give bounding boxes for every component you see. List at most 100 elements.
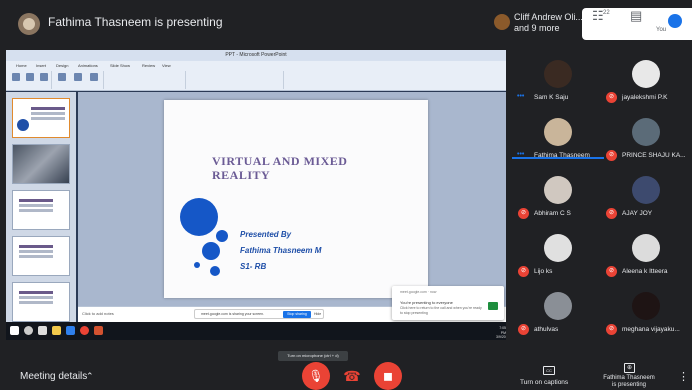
participant-name: Aleena k Itteera: [622, 268, 668, 275]
hide-button[interactable]: Hide: [314, 312, 321, 316]
microphone-tooltip: Turn on microphone (ctrl + d): [278, 351, 348, 361]
taskbar-clock: 7:05 PM 3/9/2021: [496, 326, 506, 340]
mic-off-icon: ⊘: [518, 266, 529, 277]
participant-tile[interactable]: ⊘ Abhiram C S: [512, 172, 604, 224]
ribbon-button-icon: [12, 73, 20, 81]
participants-line-2: and 9 more: [514, 23, 560, 33]
camera-toggle-button[interactable]: ◼: [374, 362, 402, 390]
shared-screen: PPT - Microsoft PowerPoint Home Insert D…: [6, 50, 506, 340]
participant-tile[interactable]: ⊘ athulvas: [512, 288, 604, 340]
participant-name: Lijo ks: [534, 268, 553, 275]
ppt-ribbon: Home Insert Design Animations Slide Show…: [6, 61, 506, 91]
present-icon[interactable]: ⊕: [624, 363, 635, 373]
participant-avatar: [632, 292, 660, 320]
meet-window: Fathima Thasneem is presenting Cliff And…: [0, 0, 692, 390]
ribbon-group: [8, 71, 52, 89]
present-status-button[interactable]: Fathima Thasneem is presenting: [598, 375, 660, 389]
slide-circle-small: [216, 230, 228, 242]
meet-icon: [488, 302, 498, 310]
participant-avatar: [544, 292, 572, 320]
participant-avatar: [544, 118, 572, 146]
phone-hangup-icon: ☎: [343, 368, 361, 384]
slide-title-line-2: REALITY: [212, 168, 271, 182]
participant-name: AJAY JOY: [622, 210, 653, 217]
thumbnail-text: [19, 245, 53, 248]
presenting-notification[interactable]: meet.google.com · now You're presenting …: [392, 286, 504, 320]
slide-presenter-name: Fathima Thasneem M: [240, 246, 322, 255]
participant-avatar: [632, 60, 660, 88]
slide-circle-small: [210, 266, 220, 276]
search-icon[interactable]: [24, 326, 33, 335]
task-view-icon[interactable]: [38, 326, 47, 335]
participant-name: athulvas: [534, 326, 559, 333]
mic-off-icon: ⊘: [518, 324, 529, 335]
presenting-status: Fathima Thasneem is presenting: [48, 15, 223, 29]
ribbon-tab-insert: Insert: [36, 63, 47, 68]
chrome-icon[interactable]: [80, 326, 89, 335]
participant-tile[interactable]: ⊘ jayalekshmi P.K: [600, 56, 692, 108]
people-count: 22: [603, 10, 610, 16]
mic-off-icon: 🎙: [308, 369, 324, 383]
slide-thumbnail[interactable]: [12, 98, 70, 138]
thumbnail-text: [19, 199, 53, 202]
participant-name: jayalekshmi P.K: [622, 94, 668, 101]
captions-button[interactable]: Turn on captions: [520, 379, 568, 386]
slide-thumbnail[interactable]: [12, 282, 70, 322]
ppt-window-title: PPT - Microsoft PowerPoint: [6, 50, 506, 61]
slide-title-line-1: VIRTUAL AND MIXED: [212, 154, 348, 168]
people-icon[interactable]: ☷: [592, 8, 604, 24]
participant-tile[interactable]: ⊘ Lijo ks: [512, 230, 604, 282]
captions-icon[interactable]: CC: [543, 366, 555, 375]
slide-title: VIRTUAL AND MIXED REALITY: [212, 154, 412, 182]
file-explorer-icon[interactable]: [52, 326, 61, 335]
current-slide[interactable]: VIRTUAL AND MIXED REALITY Presented By F…: [164, 100, 428, 298]
participant-tile[interactable]: ••• Sam K Saju: [512, 56, 604, 108]
ribbon-button-icon: [26, 73, 34, 81]
mic-off-icon: ⊘: [606, 150, 617, 161]
sharing-bar: meet.google.com is sharing your screen. …: [194, 309, 324, 319]
clock-time: 7:05 PM: [499, 326, 506, 335]
self-avatar[interactable]: [668, 14, 682, 28]
slide-thumbnail[interactable]: [12, 144, 70, 184]
microphone-toggle-button[interactable]: 🎙: [302, 362, 330, 390]
thumbnail-text: [31, 107, 65, 110]
participant-avatar: [632, 118, 660, 146]
slide-presented-by: Presented By: [240, 230, 292, 239]
slide-thumbnail[interactable]: [12, 190, 70, 230]
ribbon-tab-review: Review: [142, 63, 156, 68]
participant-tile[interactable]: ⊘ AJAY JOY: [600, 172, 692, 224]
participant-name: Abhiram C S: [534, 210, 571, 217]
participant-tile[interactable]: ⊘ meghana vijayaku...: [600, 288, 692, 340]
notes-placeholder: Click to add notes: [82, 311, 114, 316]
ribbon-tab-design: Design: [56, 63, 69, 68]
participants-summary[interactable]: Cliff Andrew Oli... and 9 more: [514, 12, 583, 34]
meeting-details-button[interactable]: Meeting details: [20, 371, 87, 382]
participant-name: PRINCE SHAJU KA...: [622, 152, 686, 159]
notification-source: meet.google.com · now: [400, 290, 437, 294]
mic-off-icon: ⊘: [606, 324, 617, 335]
participant-tile[interactable]: ⊘ Aleena k Itteera: [600, 230, 692, 282]
participant-name: Sam K Saju: [534, 94, 569, 101]
slide-thumbnail[interactable]: [12, 236, 70, 276]
stop-sharing-button[interactable]: Stop sharing: [283, 311, 311, 318]
chat-icon[interactable]: ▤: [630, 8, 642, 24]
thumbnail-text: [19, 291, 53, 294]
active-speaker-indicator: [512, 157, 604, 159]
sharing-bar-text: meet.google.com is sharing your screen.: [201, 312, 265, 316]
slide-canvas: VIRTUAL AND MIXED REALITY Presented By F…: [78, 92, 506, 306]
ribbon-group: [54, 71, 104, 89]
leave-call-button[interactable]: ☎: [338, 362, 366, 390]
more-options-icon[interactable]: ⋮: [678, 370, 689, 383]
participant-avatar: [544, 176, 572, 204]
participant-avatar: [544, 60, 572, 88]
notification-body: Click here to return to the call and whe…: [400, 306, 482, 315]
windows-start-icon[interactable]: [10, 326, 19, 335]
ribbon-button-icon: [74, 73, 82, 81]
top-bar: Fathima Thasneem is presenting Cliff And…: [0, 0, 692, 48]
mic-off-icon: ⊘: [518, 208, 529, 219]
chevron-up-icon[interactable]: ⌃: [86, 371, 94, 382]
participant-tile[interactable]: ⊘ PRINCE SHAJU KA...: [600, 114, 692, 166]
participant-avatar: [632, 176, 660, 204]
edge-icon[interactable]: [66, 326, 75, 335]
powerpoint-icon[interactable]: [94, 326, 103, 335]
